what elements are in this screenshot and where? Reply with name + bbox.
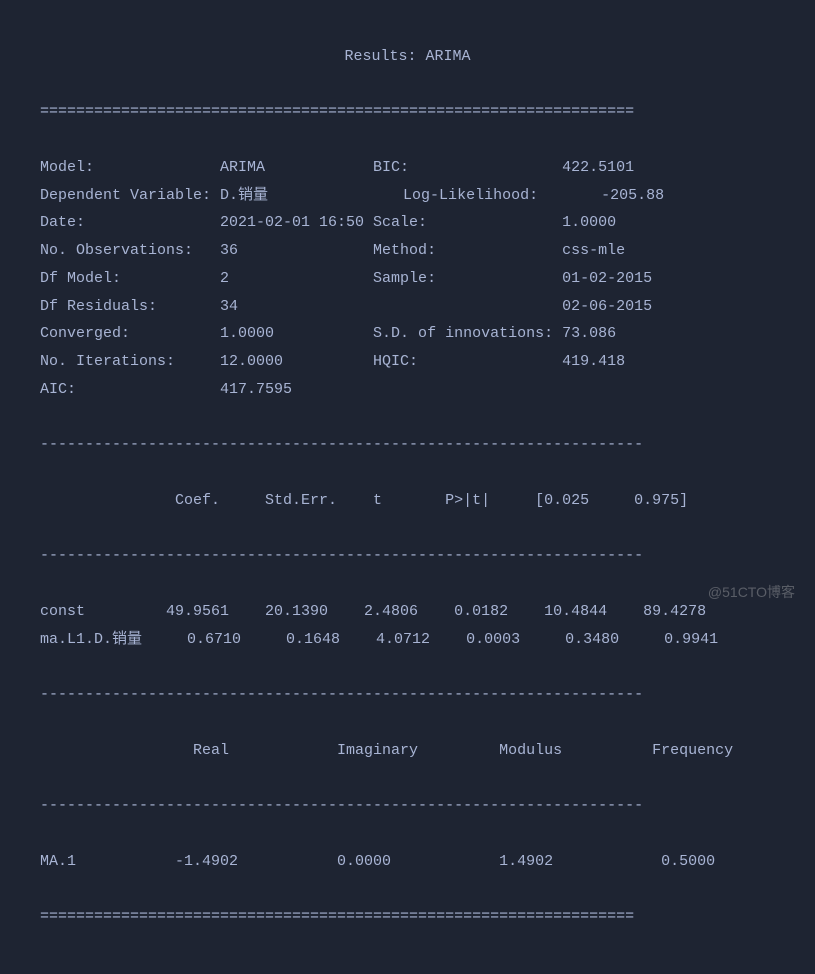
divider-top: ========================================…: [40, 98, 775, 126]
watermark: @51CTO博客: [708, 580, 795, 606]
roots-header: Real Imaginary Modulus Frequency: [40, 737, 775, 765]
divider-bottom: ========================================…: [40, 903, 775, 931]
summary-block: Model: ARIMA BIC: 422.5101 Dependent Var…: [40, 154, 775, 404]
divider-sep1: ----------------------------------------…: [40, 431, 775, 459]
divider-sep4: ----------------------------------------…: [40, 792, 775, 820]
coef-rows: const 49.9561 20.1390 2.4806 0.0182 10.4…: [40, 598, 775, 654]
arima-results: Results: ARIMA =========================…: [0, 0, 815, 974]
divider-sep3: ----------------------------------------…: [40, 681, 775, 709]
results-title: Results: ARIMA: [40, 43, 775, 71]
roots-rows: MA.1 -1.4902 0.0000 1.4902 0.5000: [40, 848, 775, 876]
coef-header: Coef. Std.Err. t P>|t| [0.025 0.975]: [40, 487, 775, 515]
divider-sep2: ----------------------------------------…: [40, 542, 775, 570]
